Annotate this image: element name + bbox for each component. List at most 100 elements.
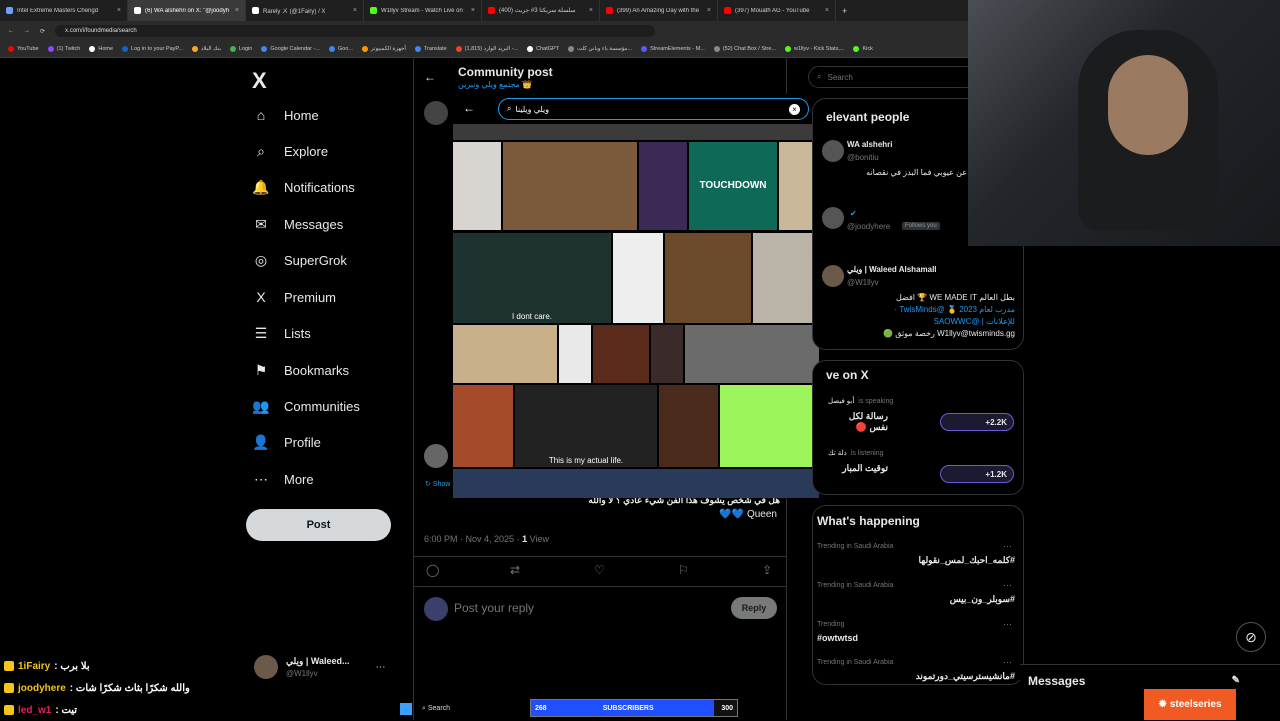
close-tab-icon[interactable]: × bbox=[589, 7, 593, 14]
trend-item[interactable]: #owtwtsd bbox=[817, 633, 1015, 643]
bookmark-item[interactable]: Google Calendar -... bbox=[261, 46, 320, 52]
gif-tile[interactable] bbox=[453, 469, 819, 498]
close-tab-icon[interactable]: × bbox=[825, 7, 829, 14]
bookmark-item[interactable]: w1llyv - Kick Stats,... bbox=[785, 46, 844, 52]
url-field[interactable]: x.com/i/foundmedia/search bbox=[55, 25, 656, 37]
gif-tile[interactable] bbox=[613, 233, 663, 323]
clear-search-icon[interactable]: × bbox=[789, 103, 800, 115]
gif-tile[interactable] bbox=[665, 233, 751, 323]
grok-icon[interactable]: ⊘ bbox=[1236, 622, 1266, 652]
gif-tile[interactable] bbox=[720, 385, 819, 467]
gif-tile[interactable] bbox=[453, 124, 818, 140]
bookmark-item[interactable]: Home bbox=[89, 46, 113, 52]
gif-search-input[interactable]: ⌕ ويلي ويلينا × bbox=[498, 98, 809, 120]
gif-tile[interactable]: I dont care. bbox=[453, 233, 611, 323]
sidebar-item-home[interactable]: ⌂ Home bbox=[252, 106, 319, 124]
like-icon[interactable]: ♡ bbox=[594, 563, 605, 577]
space-listeners-pill[interactable]: +2.2K bbox=[940, 413, 1014, 431]
gif-tile[interactable] bbox=[685, 325, 819, 383]
bookmark-item[interactable]: Translate bbox=[414, 46, 447, 52]
sidebar-item-lists[interactable]: ☰ Lists bbox=[252, 324, 311, 342]
sidebar-item-profile[interactable]: 👤 Profile bbox=[252, 433, 321, 451]
space-listeners-pill[interactable]: +1.2K bbox=[940, 465, 1014, 483]
reload-icon[interactable]: ⟳ bbox=[40, 28, 45, 35]
gif-tile[interactable] bbox=[639, 142, 687, 230]
person-name[interactable]: WA alshehri bbox=[847, 140, 893, 149]
bookmark-item[interactable]: (52) Chat Box / Stre... bbox=[713, 46, 776, 52]
trend-more-icon[interactable]: ⋯ bbox=[1003, 619, 1012, 630]
show-link[interactable]: ↻ Show bbox=[425, 480, 450, 488]
sidebar-item-premium[interactable]: X Premium bbox=[252, 288, 336, 306]
forward-icon[interactable]: → bbox=[24, 28, 30, 34]
bookmark-item[interactable]: Kick bbox=[853, 46, 873, 52]
trend-item[interactable]: #مانشيسترسيتي_دورتموند bbox=[817, 671, 1015, 682]
space-title[interactable]: توقيت المبار bbox=[828, 463, 888, 474]
avatar[interactable] bbox=[822, 265, 844, 287]
taskbar-search[interactable]: ⌕ Search bbox=[422, 705, 450, 713]
reply-button[interactable]: Reply bbox=[731, 597, 777, 619]
browser-tab[interactable]: (397) Mouath AG - YouTube × bbox=[718, 0, 836, 21]
gif-tile[interactable] bbox=[453, 325, 557, 383]
sidebar-item-supergrok[interactable]: ◎ SuperGrok bbox=[252, 251, 347, 269]
bookmark-icon[interactable]: ⚐ bbox=[678, 563, 689, 577]
avatar[interactable] bbox=[822, 140, 844, 162]
bookmark-item[interactable]: YouTube bbox=[8, 46, 39, 52]
sidebar-item-messages[interactable]: ✉ Messages bbox=[252, 215, 343, 233]
x-logo-icon[interactable]: X bbox=[252, 68, 267, 94]
gif-tile[interactable] bbox=[593, 325, 649, 383]
gif-tile[interactable] bbox=[503, 142, 637, 230]
browser-tab[interactable]: (6) WA alshehri on X: "@joodyh × bbox=[128, 0, 246, 21]
sidebar-item-more[interactable]: ⋯ More bbox=[252, 470, 314, 488]
browser-tab[interactable]: Rarely ㄨ (@1Fairy) / X × bbox=[246, 0, 364, 21]
sidebar-item-communities[interactable]: 👥 Communities bbox=[252, 397, 360, 415]
avatar[interactable] bbox=[424, 444, 448, 468]
bookmark-item[interactable]: Log in to your PayP... bbox=[122, 46, 183, 52]
gif-tile[interactable] bbox=[651, 325, 683, 383]
share-icon[interactable]: ⇪ bbox=[762, 563, 772, 577]
trend-more-icon[interactable]: ⋯ bbox=[1003, 541, 1012, 552]
bookmark-item[interactable]: (1,815) البريد الوارد -... bbox=[455, 46, 518, 52]
community-link[interactable]: مجتمع ويلي ونبرين 👑 bbox=[458, 80, 532, 89]
gif-tile[interactable]: This is my actual life. bbox=[515, 385, 657, 467]
bookmark-item[interactable]: بنك البلاد bbox=[191, 46, 221, 52]
bookmark-item[interactable]: ChatGPT bbox=[527, 46, 559, 52]
gif-tile[interactable] bbox=[453, 142, 501, 230]
browser-tab[interactable]: Intel Extreme Masters Chengd × bbox=[0, 0, 128, 21]
trend-item[interactable]: #كلمه_احبك_لمس_نقولها bbox=[817, 555, 1015, 566]
close-tab-icon[interactable]: × bbox=[353, 7, 357, 14]
gif-tile[interactable] bbox=[659, 385, 718, 467]
sidebar-item-notifications[interactable]: 🔔 Notifications bbox=[252, 178, 355, 196]
post-button[interactable]: Post bbox=[246, 509, 391, 541]
more-dots-icon[interactable]: ⋯ bbox=[376, 662, 386, 673]
trend-item[interactable]: #سوبلر_ون_بيس bbox=[817, 594, 1015, 605]
bookmark-item[interactable]: (1) Twitch bbox=[47, 46, 80, 52]
search-input[interactable]: ⌕ Search bbox=[808, 66, 978, 88]
bookmark-item[interactable]: StreamElements - M... bbox=[641, 46, 705, 52]
close-tab-icon[interactable]: × bbox=[471, 7, 475, 14]
new-tab-icon[interactable]: + bbox=[836, 6, 847, 16]
person-name[interactable]: ويلي | Waleed Alshamall bbox=[847, 265, 937, 274]
bookmark-item[interactable]: Login bbox=[229, 46, 252, 52]
bookmark-item[interactable]: Goo... bbox=[328, 46, 353, 52]
repost-icon[interactable]: ⇄ bbox=[510, 563, 520, 577]
account-switcher[interactable]: ويلي | Waleed... @W1llyv ⋯ bbox=[254, 655, 386, 679]
sidebar-item-explore[interactable]: ⌕ Explore bbox=[252, 142, 328, 160]
back-icon[interactable]: ← bbox=[8, 28, 14, 34]
avatar[interactable] bbox=[822, 207, 844, 229]
reply-input[interactable]: Post your reply bbox=[454, 601, 534, 615]
new-message-icon[interactable]: ✎ bbox=[1232, 675, 1240, 686]
trend-more-icon[interactable]: ⋯ bbox=[1003, 580, 1012, 591]
trend-more-icon[interactable]: ⋯ bbox=[1003, 657, 1012, 668]
modal-back-icon[interactable]: ← bbox=[463, 101, 475, 115]
gif-tile[interactable] bbox=[559, 325, 591, 383]
sidebar-item-bookmarks[interactable]: ⚑ Bookmarks bbox=[252, 361, 349, 379]
browser-tab[interactable]: (399) An Amazing Day with the × bbox=[600, 0, 718, 21]
back-arrow-icon[interactable]: ← bbox=[424, 70, 436, 84]
close-tab-icon[interactable]: × bbox=[707, 7, 711, 14]
bookmark-item[interactable]: مؤسسة باء وباني كلت... bbox=[568, 46, 632, 52]
browser-tab[interactable]: (400) سلسلة سريكتا 3# جريث × bbox=[482, 0, 600, 21]
reply-icon[interactable]: ◯ bbox=[426, 563, 439, 577]
windows-start-icon[interactable] bbox=[400, 702, 412, 715]
avatar[interactable] bbox=[424, 101, 448, 125]
gif-tile[interactable] bbox=[453, 385, 513, 467]
